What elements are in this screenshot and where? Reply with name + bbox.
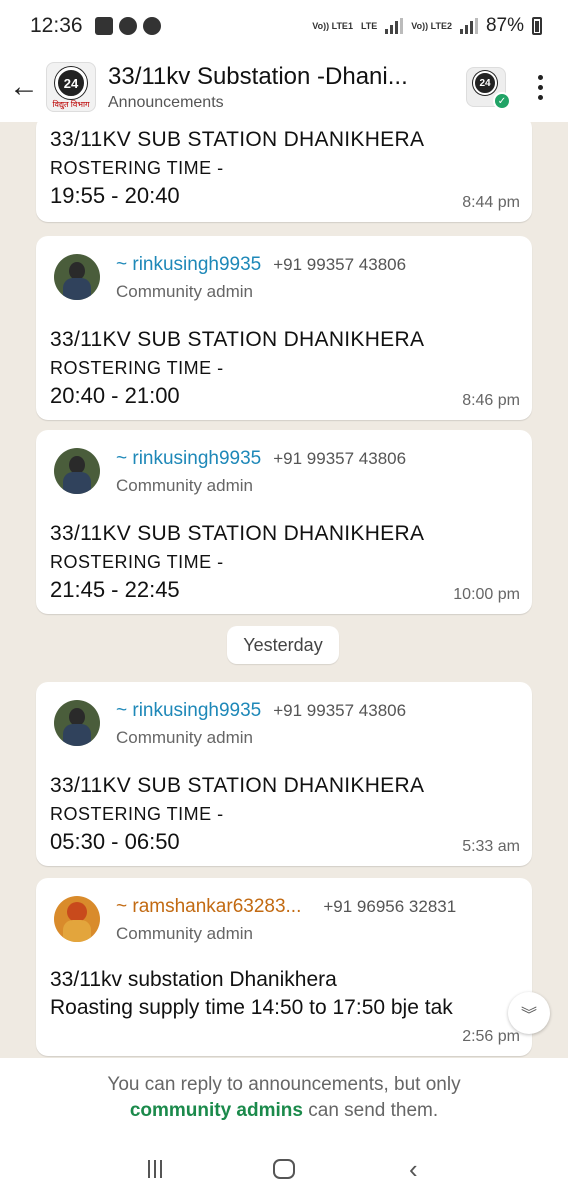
message-text: 33/11KV SUB STATION DHANIKHERA ROSTERING…	[50, 126, 424, 210]
battery-icon	[532, 17, 542, 35]
message-text: 33/11KV SUB STATION DHANIKHERA ROSTERING…	[50, 326, 424, 410]
community-logo[interactable]: 24 विद्युत विभाग	[46, 62, 96, 112]
header-text[interactable]: 33/11kv Substation -Dhani... Announcemen…	[108, 63, 466, 112]
verified-check-icon: ✓	[493, 92, 511, 110]
message-text: 33/11kv substation Dhanikhera Roasting s…	[50, 966, 453, 1022]
sender-role: Community admin	[116, 282, 253, 301]
community-admins-link[interactable]: community admins	[130, 1100, 303, 1121]
message-line: 33/11KV SUB STATION DHANIKHERA	[50, 522, 425, 545]
message-sender[interactable]: ~ rinkusingh9935 +91 99357 43806 Communi…	[54, 448, 406, 496]
logo-subtext: विद्युत विभाग	[52, 100, 90, 109]
message-line: 20:40 - 21:00	[50, 383, 180, 408]
home-icon	[272, 1159, 295, 1179]
message-bubble[interactable]: ~ rinkusingh9935 +91 99357 43806 Communi…	[36, 236, 532, 420]
message-line: 21:45 - 22:45	[50, 577, 180, 602]
sender-role: Community admin	[116, 924, 253, 943]
message-line: 33/11KV SUB STATION DHANIKHERA	[50, 128, 425, 151]
double-chevron-down-icon: ︾	[520, 1007, 537, 1024]
sender-name[interactable]: ~ ramshankar63283...	[116, 896, 301, 918]
back-chevron-icon: ‹	[408, 1153, 418, 1184]
volte2-icon: Vo)) LTE2	[411, 20, 452, 31]
scroll-to-bottom-button[interactable]: ︾	[508, 992, 550, 1034]
sender-role: Community admin	[116, 728, 253, 747]
community-icon[interactable]: 24 ✓	[466, 67, 511, 110]
avatar[interactable]	[54, 448, 100, 494]
message-line: 05:30 - 06:50	[50, 829, 180, 854]
sender-phone: +91 99357 43806	[273, 701, 407, 720]
message-bubble[interactable]: 33/11KV SUB STATION DHANIKHERA ROSTERING…	[36, 122, 532, 222]
home-button[interactable]	[264, 1159, 304, 1179]
message-text: 33/11KV SUB STATION DHANIKHERA ROSTERING…	[50, 520, 424, 604]
message-line: 33/11KV SUB STATION DHANIKHERA	[50, 328, 425, 351]
message-line: ROSTERING TIME -	[50, 158, 224, 178]
message-timestamp: 8:46 pm	[462, 392, 520, 409]
message-line: ROSTERING TIME -	[50, 804, 224, 824]
avatar[interactable]	[54, 896, 100, 942]
status-time: 12:36	[30, 14, 83, 37]
message-bubble[interactable]: ~ rinkusingh9935 +91 99357 43806 Communi…	[36, 682, 532, 866]
signal2-icon	[459, 18, 478, 34]
logo-badge: 24	[55, 67, 87, 99]
sender-phone: +91 99357 43806	[273, 449, 407, 468]
system-nav-bar: ‹	[0, 1138, 568, 1200]
date-divider: Yesterday	[227, 626, 339, 664]
message-line: 33/11kv substation Dhanikhera	[50, 968, 337, 991]
message-timestamp: 10:00 pm	[453, 586, 520, 603]
sender-role: Community admin	[116, 476, 253, 495]
sender-phone: +91 96956 32831	[323, 897, 457, 916]
sender-name[interactable]: ~ rinkusingh9935	[116, 448, 261, 470]
chat-subtitle: Announcements	[108, 93, 224, 111]
volte1-icon: Vo)) LTE1	[312, 20, 353, 31]
message-timestamp: 5:33 am	[462, 838, 520, 855]
status-bar: 12:36 Vo)) LTE1 LTE Vo)) LTE2 87%	[0, 0, 568, 52]
message-sender[interactable]: ~ rinkusingh9935 +91 99357 43806 Communi…	[54, 254, 406, 302]
message-bubble[interactable]: ~ rinkusingh9935 +91 99357 43806 Communi…	[36, 430, 532, 614]
recents-button[interactable]	[135, 1160, 175, 1178]
signal1-icon	[385, 18, 404, 34]
footer-text-after: can send them.	[308, 1100, 439, 1121]
message-bubble[interactable]: ~ ramshankar63283... +91 96956 32831 Com…	[36, 878, 532, 1056]
facebook-notification-icon	[142, 17, 161, 35]
more-options-icon[interactable]	[530, 74, 550, 100]
footer-line-2: community admins can send them.	[0, 1098, 568, 1124]
community-icon-badge: 24	[473, 71, 497, 95]
sender-name[interactable]: ~ rinkusingh9935	[116, 254, 261, 276]
lte-icon: LTE	[360, 20, 378, 31]
message-line: ROSTERING TIME -	[50, 358, 224, 378]
whatsapp-notification-icon	[118, 17, 137, 35]
notification-icons	[94, 17, 161, 35]
footer-line-1: You can reply to announcements, but only	[107, 1074, 461, 1095]
message-timestamp: 8:44 pm	[462, 194, 520, 211]
message-timestamp: 2:56 pm	[462, 1028, 520, 1045]
message-line: ROSTERING TIME -	[50, 552, 224, 572]
avatar[interactable]	[54, 254, 100, 300]
message-line: 19:55 - 20:40	[50, 183, 180, 208]
message-text: 33/11KV SUB STATION DHANIKHERA ROSTERING…	[50, 772, 424, 856]
chat-title: 33/11kv Substation -Dhani...	[108, 62, 408, 90]
recents-icon	[135, 1160, 175, 1178]
message-list[interactable]: 33/11KV SUB STATION DHANIKHERA ROSTERING…	[0, 122, 568, 1058]
avatar[interactable]	[54, 700, 100, 746]
back-arrow-icon[interactable]: ←	[2, 70, 46, 104]
chat-header: ← 24 विद्युत विभाग 33/11kv Substation -D…	[0, 52, 568, 122]
message-line: Roasting supply time 14:50 to 17:50 bje …	[50, 996, 453, 1019]
message-sender[interactable]: ~ rinkusingh9935 +91 99357 43806 Communi…	[54, 700, 406, 748]
announcement-footer: You can reply to announcements, but only…	[0, 1058, 568, 1138]
sender-phone: +91 99357 43806	[273, 255, 407, 274]
sender-name[interactable]: ~ rinkusingh9935	[116, 700, 261, 722]
battery-percent: 87%	[485, 15, 524, 36]
message-line: 33/11KV SUB STATION DHANIKHERA	[50, 774, 425, 797]
message-sender[interactable]: ~ ramshankar63283... +91 96956 32831 Com…	[54, 896, 456, 944]
back-button[interactable]: ‹	[393, 1154, 433, 1185]
gallery-notification-icon	[94, 17, 113, 35]
